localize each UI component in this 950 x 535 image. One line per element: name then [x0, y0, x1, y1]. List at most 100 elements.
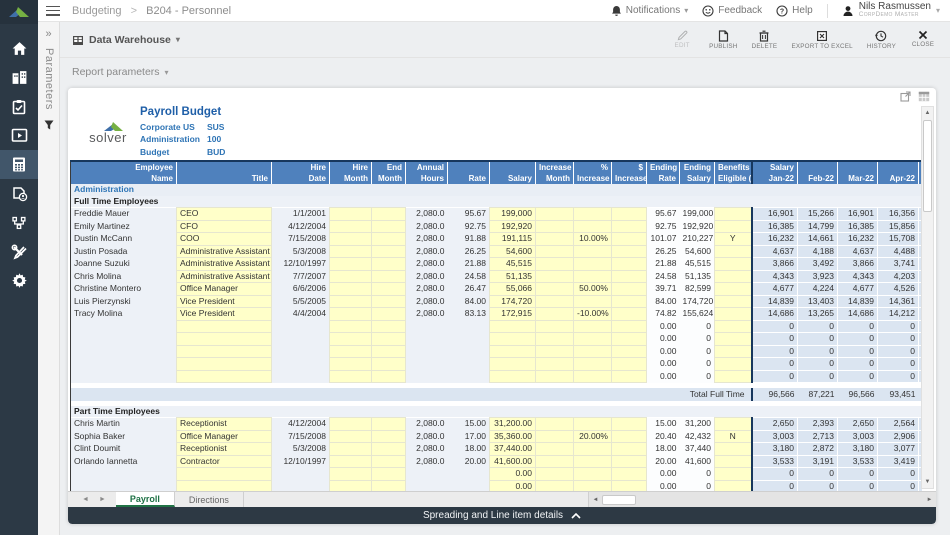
cell-dollar_increase[interactable] [611, 307, 647, 321]
cell-hire_month[interactable] [329, 442, 372, 456]
cell-salary[interactable]: 54,600 [489, 244, 536, 258]
cell-dollar_increase[interactable] [611, 219, 647, 233]
cell-benefits[interactable] [714, 369, 752, 383]
cell-pct_increase[interactable] [573, 319, 612, 333]
cell-benefits[interactable] [714, 207, 752, 221]
sidebar-item-settings[interactable] [0, 266, 38, 295]
cell-title[interactable] [176, 332, 272, 346]
sidebar-item-dashboards[interactable] [0, 121, 38, 150]
cell-hire_month[interactable] [329, 207, 372, 221]
cell-salary[interactable] [489, 319, 536, 333]
cell-increase_month[interactable] [535, 319, 574, 333]
cell-hire_month[interactable] [329, 219, 372, 233]
cell-title[interactable]: Office Manager [176, 429, 272, 443]
cell-end_month[interactable] [371, 282, 406, 296]
filter-icon[interactable] [44, 120, 54, 130]
cell-pct_increase[interactable]: 20.00% [573, 429, 612, 443]
cell-increase_month[interactable] [535, 219, 574, 233]
cell-salary[interactable]: 51,135 [489, 269, 536, 283]
cell-end_month[interactable] [371, 454, 406, 468]
cell-dollar_increase[interactable] [611, 369, 647, 383]
cell-title[interactable]: Receptionist [176, 442, 272, 456]
cell-salary[interactable]: 172,915 [489, 307, 536, 321]
cell-benefits[interactable] [714, 454, 752, 468]
cell-dollar_increase[interactable] [611, 479, 647, 491]
cell-increase_month[interactable] [535, 357, 574, 371]
cell-title[interactable]: CEO [176, 207, 272, 221]
horizontal-scroll-thumb[interactable] [602, 494, 636, 505]
menu-icon[interactable] [46, 5, 60, 16]
cell-hire_month[interactable] [329, 454, 372, 468]
cell-increase_month[interactable] [535, 442, 574, 456]
cell-benefits[interactable] [714, 332, 752, 346]
cell-increase_month[interactable] [535, 232, 574, 246]
sidebar-item-collaboration[interactable] [0, 179, 38, 208]
cell-increase_month[interactable] [535, 332, 574, 346]
cell-increase_month[interactable] [535, 307, 574, 321]
notifications-button[interactable]: Notifications ▾ [611, 5, 688, 17]
cell-pct_increase[interactable]: -10.00% [573, 307, 612, 321]
cell-increase_month[interactable] [535, 369, 574, 383]
cell-hire_month[interactable] [329, 332, 372, 346]
cell-benefits[interactable] [714, 294, 752, 308]
cell-end_month[interactable] [371, 232, 406, 246]
breadcrumb-section[interactable]: Budgeting [72, 5, 122, 17]
publish-button[interactable]: PUBLISH [709, 29, 737, 50]
cell-increase_month[interactable] [535, 282, 574, 296]
scroll-up-icon[interactable]: ▲ [922, 107, 933, 119]
export-to-excel-button[interactable]: EXPORT TO EXCEL [791, 30, 853, 50]
user-menu[interactable]: Nils Rasmussen CorpDemo Master ▾ [842, 1, 940, 19]
cell-salary[interactable]: 45,515 [489, 257, 536, 271]
close-button[interactable]: CLOSE [910, 30, 936, 50]
cell-salary[interactable] [489, 369, 536, 383]
expand-parameters-icon[interactable]: » [38, 22, 59, 40]
tab-payroll[interactable]: Payroll [115, 492, 175, 507]
tabs-scroll-left-icon[interactable]: ◄ [82, 496, 89, 503]
scroll-left-icon[interactable]: ◄ [589, 497, 602, 503]
cell-dollar_increase[interactable] [611, 417, 647, 431]
cell-hire_month[interactable] [329, 244, 372, 258]
cell-dollar_increase[interactable] [611, 294, 647, 308]
cell-end_month[interactable] [371, 244, 406, 258]
cell-salary[interactable]: 55,066 [489, 282, 536, 296]
cell-dollar_increase[interactable] [611, 332, 647, 346]
cell-pct_increase[interactable] [573, 467, 612, 481]
cell-pct_increase[interactable] [573, 269, 612, 283]
cell-pct_increase[interactable] [573, 369, 612, 383]
cell-dollar_increase[interactable] [611, 244, 647, 258]
cell-benefits[interactable]: N [714, 429, 752, 443]
cell-pct_increase[interactable] [573, 454, 612, 468]
sidebar-item-home[interactable] [0, 34, 38, 63]
cell-end_month[interactable] [371, 257, 406, 271]
cell-pct_increase[interactable] [573, 207, 612, 221]
cell-end_month[interactable] [371, 219, 406, 233]
cell-dollar_increase[interactable] [611, 442, 647, 456]
cell-salary[interactable]: 174,720 [489, 294, 536, 308]
cell-salary[interactable] [489, 332, 536, 346]
cell-title[interactable] [176, 344, 272, 358]
cell-pct_increase[interactable] [573, 219, 612, 233]
cell-salary[interactable]: 192,920 [489, 219, 536, 233]
scroll-down-icon[interactable]: ▼ [922, 476, 933, 488]
cell-title[interactable] [176, 319, 272, 333]
cell-title[interactable]: Administrative Assistant [176, 244, 272, 258]
cell-benefits[interactable] [714, 307, 752, 321]
cell-end_month[interactable] [371, 417, 406, 431]
cell-hire_month[interactable] [329, 429, 372, 443]
tabs-scroll-right-icon[interactable]: ► [99, 496, 106, 503]
cell-benefits[interactable] [714, 319, 752, 333]
cell-increase_month[interactable] [535, 244, 574, 258]
cell-end_month[interactable] [371, 294, 406, 308]
cell-title[interactable]: Vice President [176, 307, 272, 321]
grid-view-icon[interactable] [918, 91, 930, 102]
cell-increase_month[interactable] [535, 344, 574, 358]
cell-salary[interactable]: 199,000 [489, 207, 536, 221]
cell-salary[interactable]: 35,360.00 [489, 429, 536, 443]
cell-hire_month[interactable] [329, 479, 372, 491]
sidebar-item-reporting[interactable] [0, 63, 38, 92]
cell-salary[interactable]: 37,440.00 [489, 442, 536, 456]
cell-dollar_increase[interactable] [611, 257, 647, 271]
cell-benefits[interactable] [714, 257, 752, 271]
cell-end_month[interactable] [371, 369, 406, 383]
cell-title[interactable] [176, 467, 272, 481]
